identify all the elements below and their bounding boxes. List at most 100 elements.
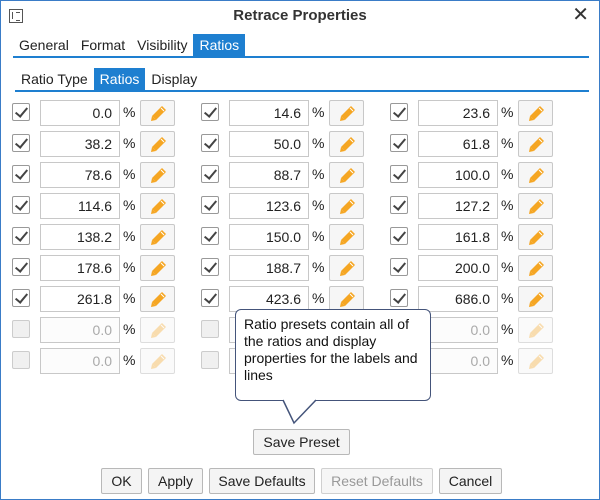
ratio-value-input[interactable]: 114.6 xyxy=(40,193,120,219)
ratio-enabled-checkbox[interactable] xyxy=(12,351,30,369)
edit-ratio-button[interactable] xyxy=(329,224,364,250)
edit-ratio-button[interactable] xyxy=(518,193,553,219)
percent-label: % xyxy=(123,259,136,275)
ratio-value-input[interactable]: 78.6 xyxy=(40,162,120,188)
ratio-value-input[interactable]: 100.0 xyxy=(418,162,498,188)
ratio-enabled-checkbox[interactable] xyxy=(201,258,219,276)
ratio-enabled-checkbox[interactable] xyxy=(390,227,408,245)
edit-ratio-button[interactable] xyxy=(140,224,175,250)
edit-ratio-button[interactable] xyxy=(140,348,175,374)
sub-tabs: Ratio Type Ratios Display xyxy=(15,68,203,90)
main-tabs: General Format Visibility Ratios xyxy=(13,34,246,56)
ratio-value-input[interactable]: 23.6 xyxy=(418,100,498,126)
ratio-value-input[interactable]: 200.0 xyxy=(418,255,498,281)
ratio-enabled-checkbox[interactable] xyxy=(12,289,30,307)
edit-ratio-button[interactable] xyxy=(329,162,364,188)
ratio-value-input[interactable]: 61.8 xyxy=(418,131,498,157)
cancel-button[interactable]: Cancel xyxy=(439,468,502,494)
apply-button[interactable]: Apply xyxy=(148,468,203,494)
ratio-value-input[interactable]: 178.6 xyxy=(40,255,120,281)
ratio-value-input[interactable]: 0.0 xyxy=(40,348,120,374)
percent-label: % xyxy=(123,228,136,244)
ratio-enabled-checkbox[interactable] xyxy=(201,103,219,121)
ratio-enabled-checkbox[interactable] xyxy=(12,227,30,245)
edit-ratio-button[interactable] xyxy=(140,255,175,281)
percent-label: % xyxy=(123,104,136,120)
ratio-enabled-checkbox[interactable] xyxy=(390,196,408,214)
tab-general[interactable]: General xyxy=(13,34,75,56)
edit-ratio-button[interactable] xyxy=(140,162,175,188)
edit-ratio-button[interactable] xyxy=(329,100,364,126)
ratio-enabled-checkbox[interactable] xyxy=(390,258,408,276)
tab-visibility[interactable]: Visibility xyxy=(131,34,193,56)
ratio-value-input[interactable]: 686.0 xyxy=(418,286,498,312)
ratio-enabled-checkbox[interactable] xyxy=(12,320,30,338)
ratio-enabled-checkbox[interactable] xyxy=(390,103,408,121)
sub-tabs-underline xyxy=(15,90,589,92)
save-defaults-button[interactable]: Save Defaults xyxy=(209,468,315,494)
edit-ratio-button[interactable] xyxy=(329,193,364,219)
ratio-enabled-checkbox[interactable] xyxy=(12,258,30,276)
edit-ratio-button[interactable] xyxy=(518,162,553,188)
ratio-value-input[interactable]: 261.8 xyxy=(40,286,120,312)
ratio-enabled-checkbox[interactable] xyxy=(201,134,219,152)
ratio-enabled-checkbox[interactable] xyxy=(201,165,219,183)
percent-label: % xyxy=(501,197,514,213)
edit-ratio-button[interactable] xyxy=(518,348,553,374)
ratio-value-input[interactable]: 138.2 xyxy=(40,224,120,250)
edit-ratio-button[interactable] xyxy=(518,224,553,250)
ratio-value-input[interactable]: 123.6 xyxy=(229,193,309,219)
ratio-value-input[interactable]: 0.0 xyxy=(40,317,120,343)
tab-ratios[interactable]: Ratios xyxy=(193,34,246,56)
save-preset-button[interactable]: Save Preset xyxy=(253,429,350,455)
ratio-enabled-checkbox[interactable] xyxy=(390,165,408,183)
edit-ratio-button[interactable] xyxy=(518,255,553,281)
edit-ratio-button[interactable] xyxy=(518,286,553,312)
ok-button[interactable]: OK xyxy=(101,468,142,494)
subtab-ratios[interactable]: Ratios xyxy=(93,68,146,90)
pencil-icon xyxy=(151,292,166,307)
ratio-value-input[interactable]: 161.8 xyxy=(418,224,498,250)
edit-ratio-button[interactable] xyxy=(140,193,175,219)
ratio-enabled-checkbox[interactable] xyxy=(390,134,408,152)
edit-ratio-button[interactable] xyxy=(140,131,175,157)
ratio-value-input[interactable]: 50.0 xyxy=(229,131,309,157)
edit-ratio-button[interactable] xyxy=(140,286,175,312)
edit-ratio-button[interactable] xyxy=(518,317,553,343)
ratio-enabled-checkbox[interactable] xyxy=(12,196,30,214)
ratio-enabled-checkbox[interactable] xyxy=(201,289,219,307)
edit-ratio-button[interactable] xyxy=(140,100,175,126)
ratio-value-input[interactable]: 188.7 xyxy=(229,255,309,281)
tab-format[interactable]: Format xyxy=(75,34,131,56)
pencil-icon xyxy=(151,106,166,121)
ratio-enabled-checkbox[interactable] xyxy=(12,103,30,121)
ratio-enabled-checkbox[interactable] xyxy=(201,227,219,245)
preset-tooltip: Ratio presets contain all of the ratios … xyxy=(235,309,431,401)
pencil-icon xyxy=(529,354,544,369)
reset-defaults-button[interactable]: Reset Defaults xyxy=(321,468,433,494)
percent-label: % xyxy=(123,321,136,337)
ratio-value-input[interactable]: 0.0 xyxy=(40,100,120,126)
subtab-display[interactable]: Display xyxy=(145,68,203,90)
ratio-value-input[interactable]: 14.6 xyxy=(229,100,309,126)
subtab-ratio-type[interactable]: Ratio Type xyxy=(15,68,94,90)
ratio-enabled-checkbox[interactable] xyxy=(390,289,408,307)
ratio-enabled-checkbox[interactable] xyxy=(201,196,219,214)
edit-ratio-button[interactable] xyxy=(140,317,175,343)
edit-ratio-button[interactable] xyxy=(329,131,364,157)
edit-ratio-button[interactable] xyxy=(329,255,364,281)
ratio-value-input[interactable]: 38.2 xyxy=(40,131,120,157)
title-bar: Retrace Properties ✕ xyxy=(1,1,599,31)
ratio-value-input[interactable]: 127.2 xyxy=(418,193,498,219)
ratio-value-input[interactable]: 88.7 xyxy=(229,162,309,188)
ratio-enabled-checkbox[interactable] xyxy=(12,134,30,152)
close-icon[interactable]: ✕ xyxy=(572,4,589,26)
pencil-icon xyxy=(151,230,166,245)
ratio-enabled-checkbox[interactable] xyxy=(201,351,219,369)
ratio-enabled-checkbox[interactable] xyxy=(201,320,219,338)
ratio-value-input[interactable]: 150.0 xyxy=(229,224,309,250)
pencil-icon xyxy=(151,137,166,152)
edit-ratio-button[interactable] xyxy=(518,131,553,157)
ratio-enabled-checkbox[interactable] xyxy=(12,165,30,183)
edit-ratio-button[interactable] xyxy=(518,100,553,126)
